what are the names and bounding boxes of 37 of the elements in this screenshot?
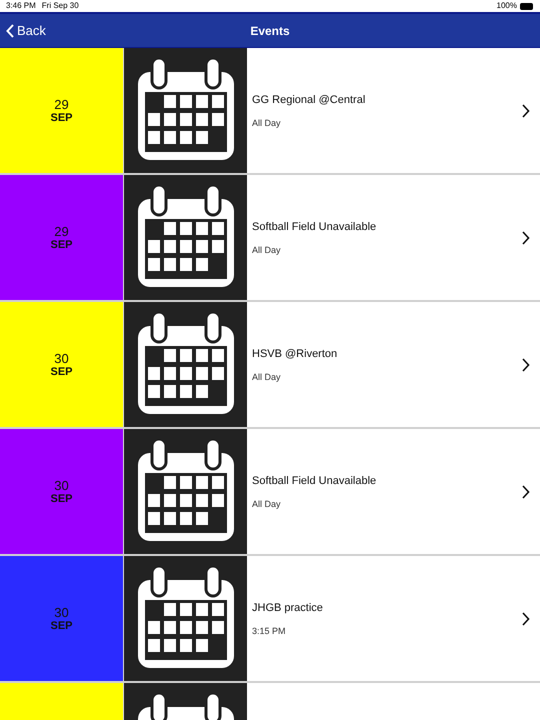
battery-level: 100%: [496, 1, 517, 11]
event-title: Softball Field Unavailable: [252, 220, 378, 232]
status-date: Fri Sep 30: [42, 1, 79, 11]
event-title: HSVB @Riverton: [252, 348, 338, 360]
status-time: 3:46 PM: [6, 1, 36, 11]
event-time: All Day: [252, 372, 282, 382]
event-month: SEP: [50, 493, 72, 505]
event-item[interactable]: GG Regional @Central All Day: [247, 48, 540, 173]
event-month: SEP: [50, 112, 72, 124]
event-item[interactable]: Softball Field Unavailable All Day: [247, 175, 540, 300]
event-title: JHGB practice: [252, 602, 324, 614]
event-day: 30: [54, 605, 69, 620]
event-day: 30: [54, 351, 69, 366]
event-item[interactable]: JHGB practice 3:15 PM: [247, 556, 540, 681]
chevron-left-icon: [6, 24, 14, 38]
event-month: SEP: [50, 366, 72, 378]
event-title: GG Regional @Central: [252, 94, 366, 106]
event-time: All Day: [252, 118, 282, 128]
event-item[interactable]: Softball Field Unavailable All Day: [247, 429, 540, 554]
event-item[interactable]: HSVB @Riverton All Day: [247, 302, 540, 427]
event-month: SEP: [50, 620, 72, 632]
chevron-right-icon: [522, 358, 530, 372]
event-day: 30: [54, 478, 69, 493]
event-time: 3:15 PM: [252, 626, 287, 636]
event-title: Softball Field Unavailable: [252, 474, 378, 486]
event-day: 29: [54, 224, 69, 239]
chevron-right-icon: [522, 104, 530, 118]
battery-icon: [520, 2, 534, 10]
event-month: SEP: [50, 239, 72, 251]
chevron-right-icon: [522, 484, 530, 498]
event-time: All Day: [252, 498, 282, 508]
back-button[interactable]: Back: [0, 23, 52, 38]
page-title: Events: [250, 24, 290, 38]
chevron-right-icon: [522, 230, 530, 244]
event-day: 29: [54, 97, 69, 112]
chevron-right-icon: [522, 612, 530, 626]
event-time: All Day: [252, 244, 282, 254]
